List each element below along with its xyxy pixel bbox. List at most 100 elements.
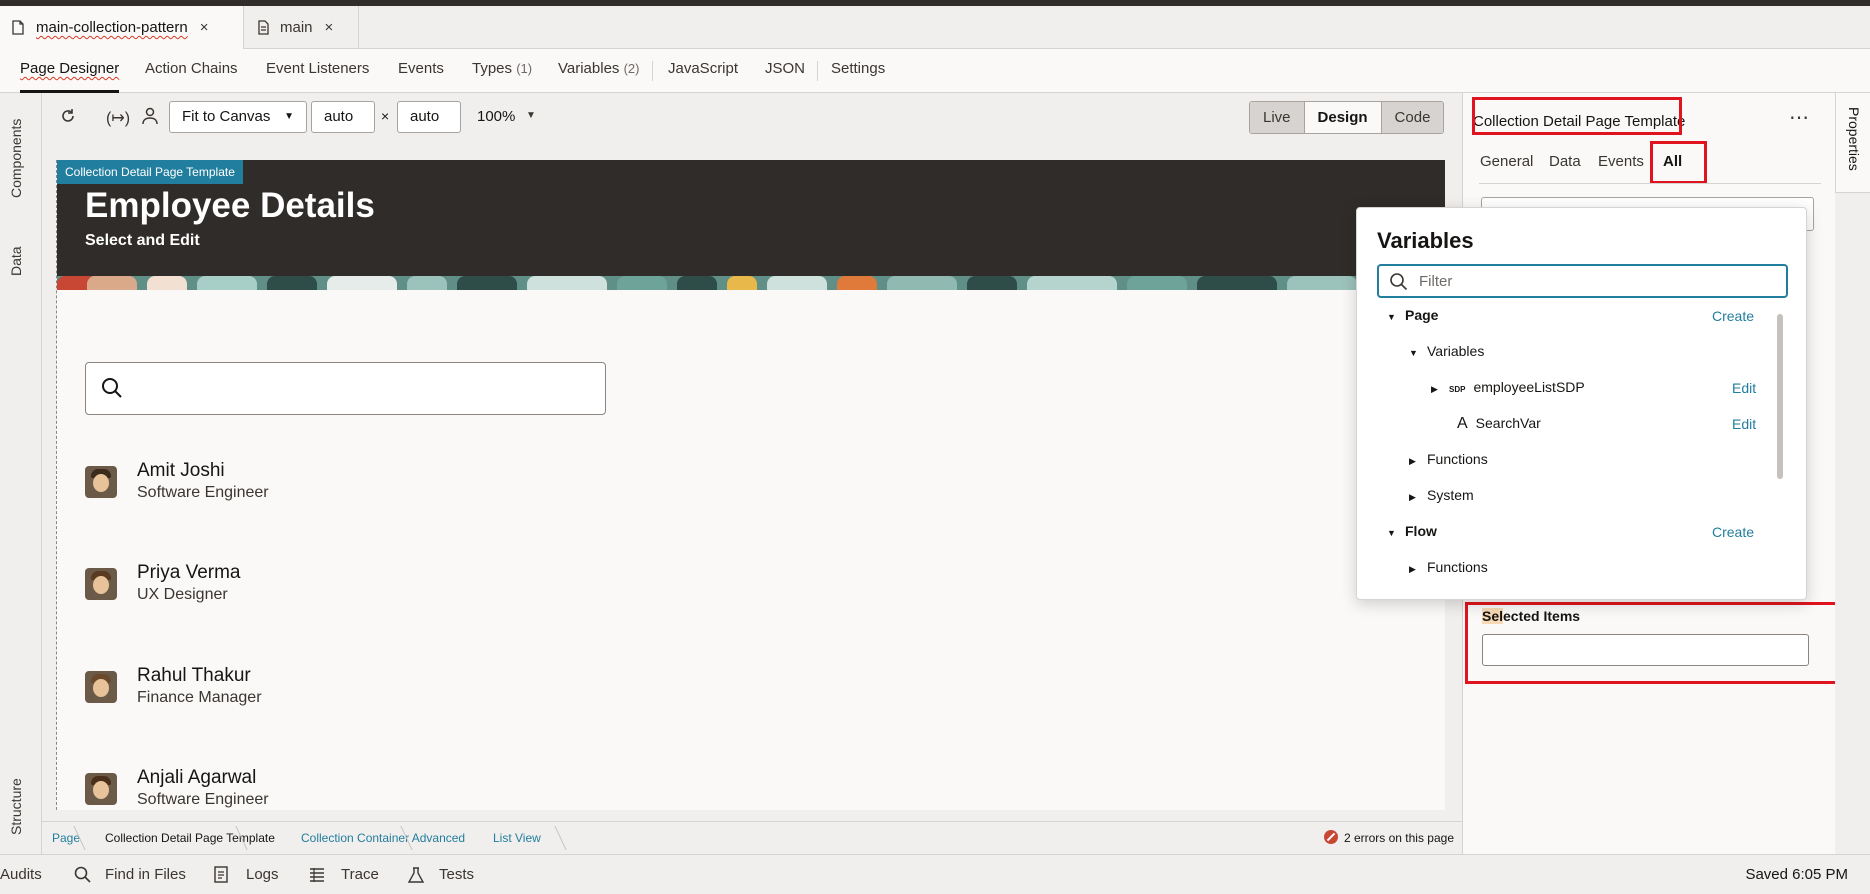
template-badge: Collection Detail Page Template: [57, 160, 243, 184]
tree-node-flow[interactable]: ▼ Flow: [1387, 523, 1437, 543]
live-mode-button[interactable]: Live: [1250, 102, 1304, 133]
design-canvas[interactable]: Employee Details Select and Edit Collect…: [56, 160, 1445, 810]
close-icon[interactable]: ×: [325, 19, 334, 36]
avatar: [85, 466, 117, 498]
search-icon: [74, 866, 92, 887]
canvas-height-input[interactable]: auto: [397, 101, 461, 133]
caret-down-icon: ▼: [1387, 312, 1396, 322]
avatar: [85, 671, 117, 703]
tab-settings[interactable]: Settings: [831, 49, 885, 93]
logs-button[interactable]: Logs: [246, 855, 279, 894]
tab-event-listeners[interactable]: Event Listeners: [266, 49, 369, 93]
find-in-files-button[interactable]: Find in Files: [105, 855, 186, 894]
employee-role: Software Engineer: [137, 791, 269, 808]
chevron-down-icon[interactable]: ▼: [526, 110, 536, 121]
tree-node-page[interactable]: ▼ Page: [1387, 307, 1438, 327]
trace-button[interactable]: Trace: [341, 855, 379, 894]
decorative-pattern: [57, 276, 1445, 290]
list-item[interactable]: Priya Verma UX Designer: [85, 562, 685, 622]
highlight-box: [1650, 141, 1707, 184]
sdp-type-icon: SDP: [1449, 385, 1466, 394]
tab-events[interactable]: Events: [398, 49, 444, 93]
edit-search-var-link[interactable]: Edit: [1732, 416, 1756, 432]
more-options-icon[interactable]: ⋯: [1789, 105, 1809, 130]
structure-panel-toggle[interactable]: Structure: [8, 778, 24, 835]
popup-scrollbar[interactable]: [1777, 314, 1783, 479]
components-panel-toggle[interactable]: Components: [8, 119, 24, 198]
code-mode-button[interactable]: Code: [1381, 102, 1444, 133]
popup-title: Variables: [1377, 228, 1474, 253]
breadcrumb: Page Collection Detail Page Template Col…: [42, 821, 1462, 854]
tests-button[interactable]: Tests: [439, 855, 474, 894]
breadcrumb-collection-container[interactable]: Collection Container Advanced: [301, 822, 465, 855]
fit-to-canvas-select[interactable]: Fit to Canvas ▼: [169, 101, 307, 133]
variables-icon[interactable]: (↦): [106, 108, 130, 128]
user-icon[interactable]: [142, 107, 158, 130]
file-tab-main-collection-pattern[interactable]: main-collection-pattern ×: [0, 6, 244, 49]
tab-divider: [652, 61, 653, 81]
filter-input[interactable]: Filter: [1377, 264, 1788, 298]
tab-variables[interactable]: Variables (2): [558, 49, 639, 93]
employee-name: Anjali Agarwal: [137, 767, 257, 788]
list-item[interactable]: Anjali Agarwal Software Engineer: [85, 767, 685, 810]
search-icon: [1389, 272, 1409, 295]
list-item[interactable]: Amit Joshi Software Engineer: [85, 460, 685, 520]
left-side-strip: Components Data Structure: [0, 93, 42, 854]
properties-side-tab[interactable]: Properties: [1835, 93, 1870, 193]
close-icon[interactable]: ×: [200, 19, 209, 36]
error-indicator[interactable]: 2 errors on this page: [1323, 822, 1454, 854]
search-icon: [100, 376, 124, 403]
flask-icon: [407, 866, 425, 887]
audits-button[interactable]: Audits: [0, 855, 42, 894]
list-item[interactable]: Rahul Thakur Finance Manager: [85, 665, 685, 725]
page-title: Employee Details: [85, 186, 375, 225]
times-sign: ×: [381, 108, 390, 124]
selected-items-input[interactable]: [1482, 634, 1809, 666]
tab-divider: [817, 61, 818, 81]
create-flow-variable-link[interactable]: Create: [1712, 524, 1754, 540]
logs-icon: [214, 866, 230, 887]
tree-node-functions[interactable]: ▶ Functions: [1409, 451, 1488, 471]
tab-action-chains[interactable]: Action Chains: [145, 49, 238, 93]
breadcrumb-template[interactable]: Collection Detail Page Template: [105, 822, 275, 855]
breadcrumb-list-view[interactable]: List View: [493, 822, 541, 855]
page-subtitle: Select and Edit: [85, 232, 200, 249]
page-header-banner: Employee Details Select and Edit: [57, 160, 1445, 290]
tab-data[interactable]: Data: [1549, 153, 1581, 170]
edit-employee-list-sdp-link[interactable]: Edit: [1732, 380, 1756, 396]
tree-node-search-var[interactable]: A SearchVar: [1457, 415, 1541, 435]
file-tab-label: main-collection-pattern: [36, 19, 188, 36]
avatar: [85, 568, 117, 600]
page-file-icon: [12, 19, 26, 36]
caret-right-icon: ▶: [1409, 564, 1416, 574]
file-tab-main[interactable]: main ×: [244, 6, 359, 49]
tree-node-flow-functions[interactable]: ▶ Functions: [1409, 559, 1488, 579]
zoom-level[interactable]: 100%: [477, 108, 515, 125]
tab-events[interactable]: Events: [1598, 153, 1644, 170]
tab-page-designer[interactable]: Page Designer: [20, 49, 120, 93]
tree-node-variables[interactable]: ▼ Variables: [1409, 343, 1484, 363]
trace-icon: [308, 866, 326, 887]
employee-search-input[interactable]: [85, 362, 606, 415]
employee-role: UX Designer: [137, 586, 228, 603]
tab-underline: [1479, 183, 1821, 184]
create-page-variable-link[interactable]: Create: [1712, 308, 1754, 324]
design-mode-button[interactable]: Design: [1303, 102, 1382, 133]
tree-node-employee-list-sdp[interactable]: ▶ SDP employeeListSDP: [1431, 379, 1585, 399]
variables-picker-popup: Variables Filter ▼ Page Create ▼ Variables…: [1356, 207, 1807, 600]
canvas-width-input[interactable]: auto: [311, 101, 375, 133]
refresh-icon[interactable]: [59, 107, 77, 130]
tab-javascript[interactable]: JavaScript: [668, 49, 738, 93]
canvas-toolbar: (↦) Fit to Canvas ▼ auto × auto 100% ▼ L…: [42, 93, 1462, 143]
employee-role: Finance Manager: [137, 689, 262, 706]
mode-switcher: Live Design Code: [1249, 101, 1445, 134]
data-panel-toggle[interactable]: Data: [8, 246, 24, 276]
tree-node-system[interactable]: ▶ System: [1409, 487, 1474, 507]
tab-types[interactable]: Types (1): [472, 49, 532, 93]
caret-down-icon: ▼: [1387, 528, 1396, 538]
tab-general[interactable]: General: [1480, 153, 1533, 170]
tab-json[interactable]: JSON: [765, 49, 805, 93]
caret-down-icon: ▼: [1409, 348, 1418, 358]
file-tab-label: main: [280, 19, 313, 36]
filter-placeholder: Filter: [1419, 273, 1453, 290]
